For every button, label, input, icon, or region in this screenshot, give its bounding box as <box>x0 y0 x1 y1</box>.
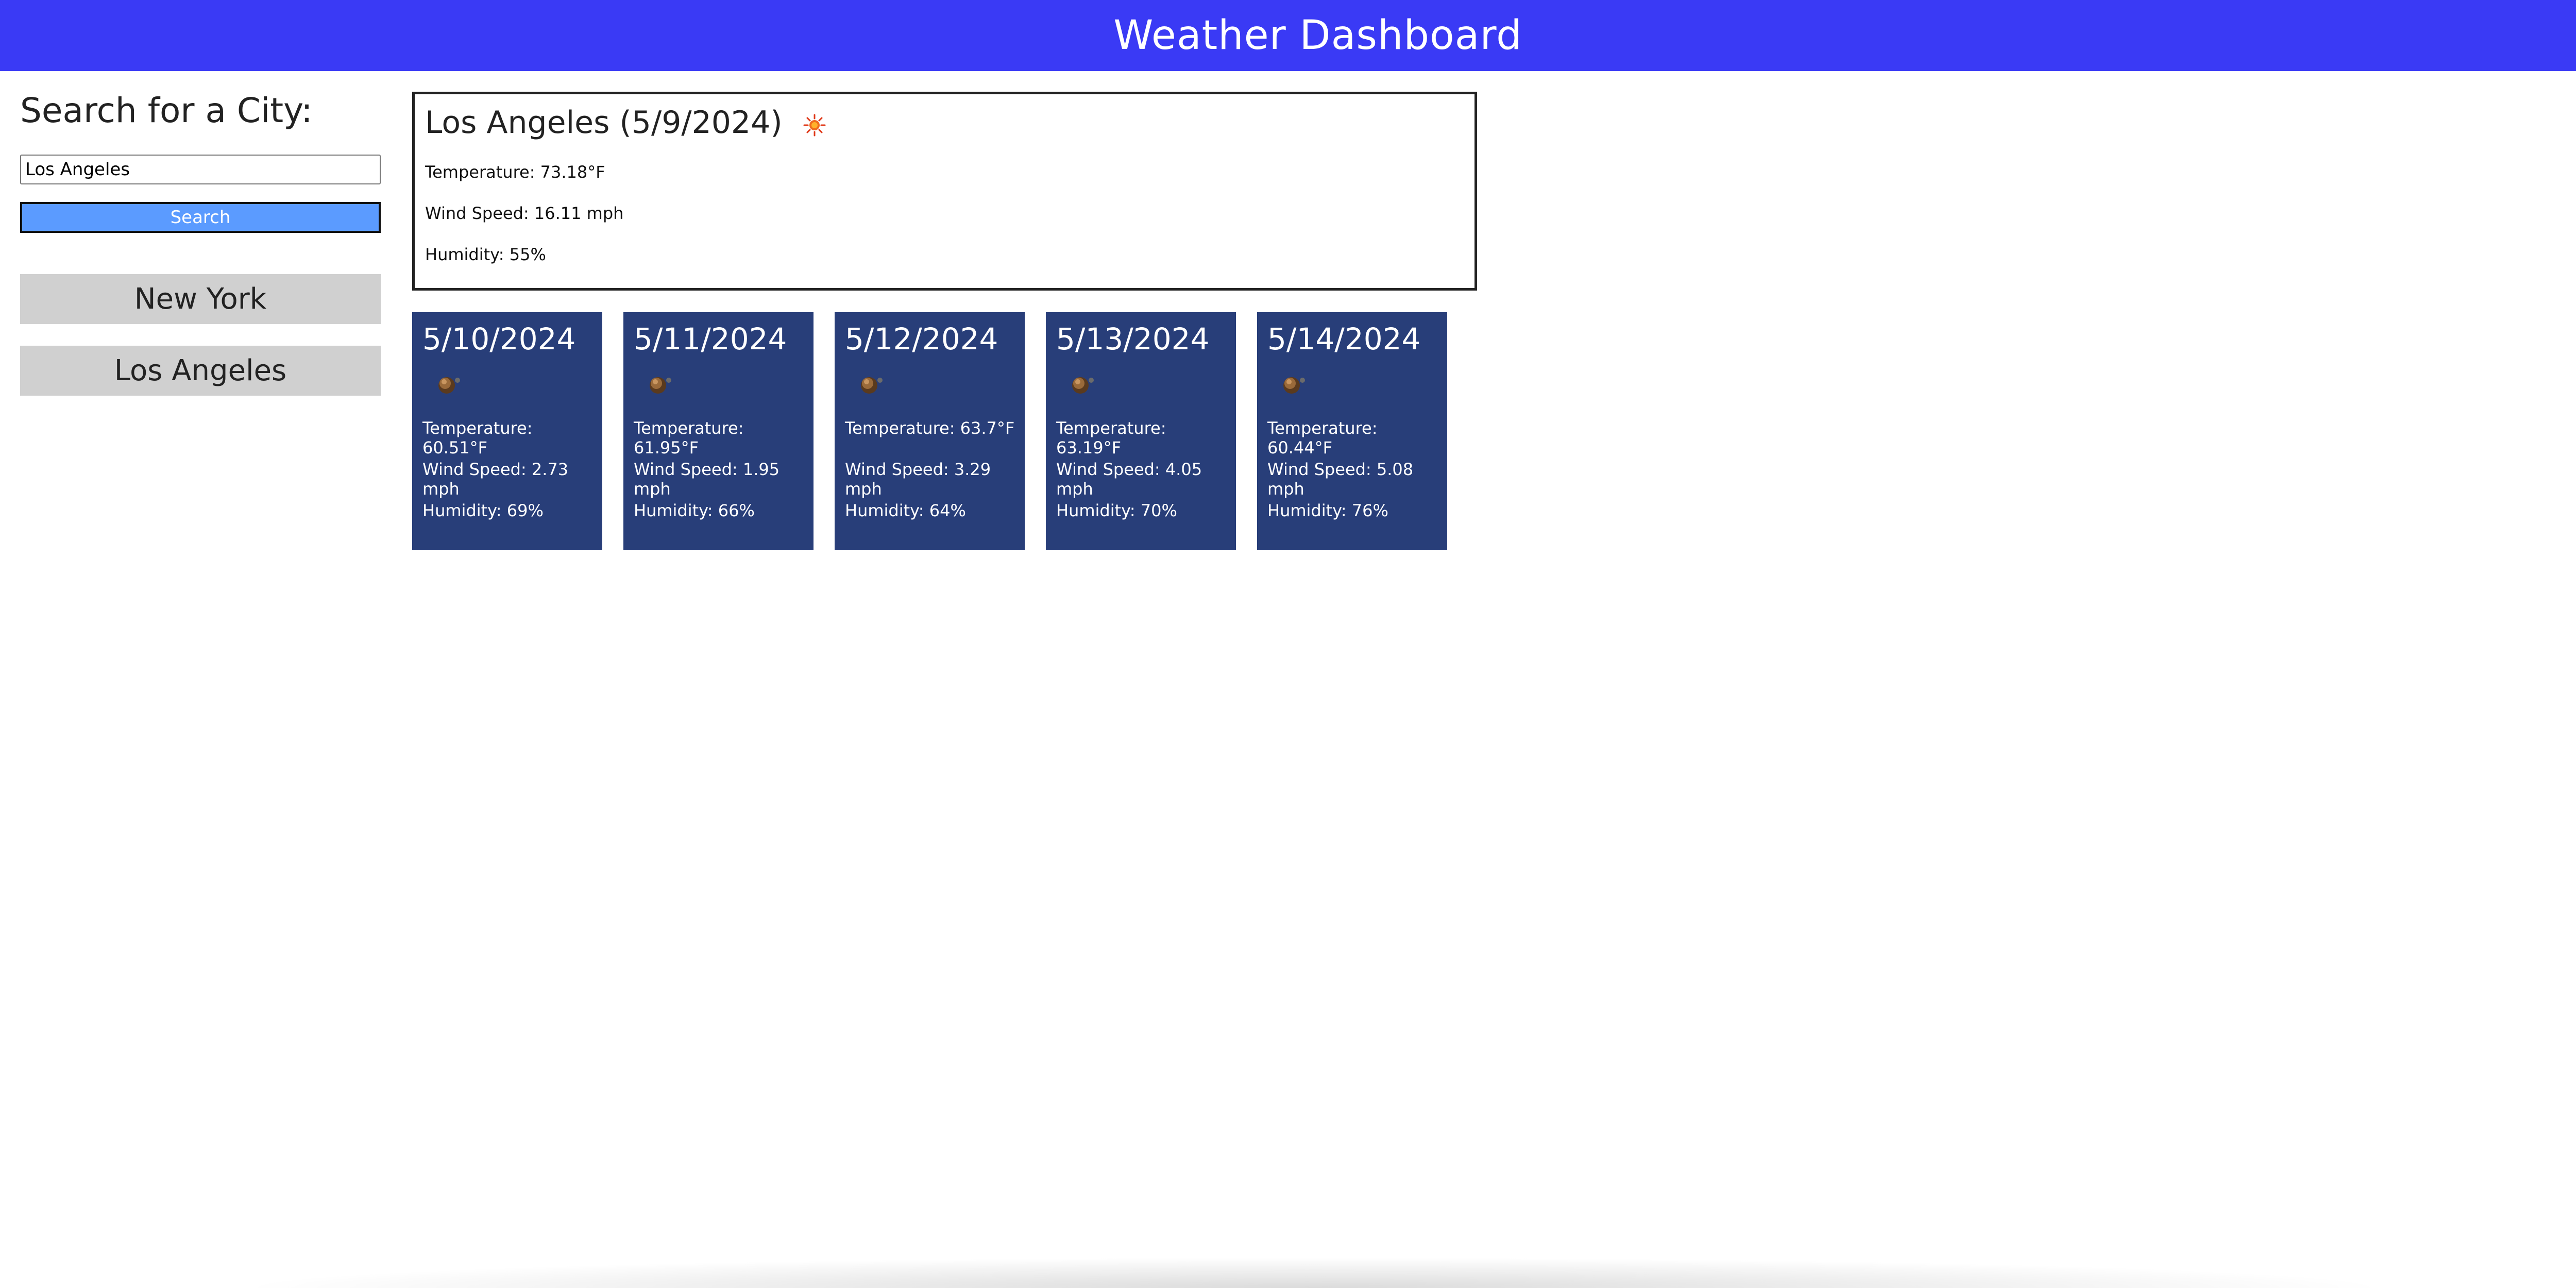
current-city-title: Los Angeles (5/9/2024) <box>425 105 783 141</box>
forecast-temperature: Temperature: 63.7°F <box>845 418 1015 438</box>
current-wind-speed: Wind Speed: 16.11 mph <box>425 204 624 223</box>
forecast-card: 5/14/2024 Temperature: 60.44°F Wind Spee… <box>1257 312 1447 550</box>
forecast-wind-speed: Wind Speed: 5.08 mph <box>1267 460 1414 499</box>
forecast-humidity: Humidity: 66% <box>634 501 755 520</box>
forecast-card: 5/11/2024 Temperature: 61.95°F Wind Spee… <box>623 312 814 550</box>
page-bottom-shadow <box>232 1257 2396 1288</box>
forecast-date: 5/10/2024 <box>422 321 576 357</box>
forecast-temperature: Temperature: 60.44°F <box>1267 418 1378 457</box>
current-humidity: Humidity: 55% <box>425 245 546 264</box>
forecast-wind-speed: Wind Speed: 4.05 mph <box>1056 460 1202 499</box>
search-button[interactable]: Search <box>20 202 381 233</box>
search-heading: Search for a City: <box>20 91 313 130</box>
forecast-card: 5/10/2024 Temperature: 60.51°F Wind Spee… <box>412 312 602 550</box>
moon-icon <box>438 377 460 394</box>
forecast-card: 5/12/2024 Temperature: 63.7°F Wind Speed… <box>835 312 1025 550</box>
forecast-card: 5/13/2024 Temperature: 63.19°F Wind Spee… <box>1046 312 1236 550</box>
forecast-humidity: Humidity: 76% <box>1267 501 1388 520</box>
forecast-humidity: Humidity: 64% <box>845 501 966 520</box>
moon-icon <box>1072 377 1094 394</box>
page-title: Weather Dashboard <box>1113 12 1522 59</box>
moon-icon <box>1283 377 1305 394</box>
forecast-wind-speed: Wind Speed: 1.95 mph <box>634 460 780 499</box>
moon-icon <box>861 377 883 394</box>
forecast-temperature: Temperature: 61.95°F <box>634 418 744 457</box>
forecast-wind-speed: Wind Speed: 2.73 mph <box>422 460 569 499</box>
forecast-humidity: Humidity: 69% <box>422 501 544 520</box>
current-weather-header: Los Angeles (5/9/2024) <box>425 105 826 141</box>
moon-icon <box>650 377 671 394</box>
forecast-humidity: Humidity: 70% <box>1056 501 1177 520</box>
history-button-los-angeles[interactable]: Los Angeles <box>20 346 381 396</box>
forecast-date: 5/12/2024 <box>845 321 998 357</box>
page-header: Weather Dashboard <box>0 0 2576 71</box>
history-button-new-york[interactable]: New York <box>20 274 381 324</box>
forecast-wind-speed: Wind Speed: 3.29 mph <box>845 460 991 499</box>
five-day-forecast: 5/10/2024 Temperature: 60.51°F Wind Spee… <box>412 312 1468 550</box>
forecast-date: 5/13/2024 <box>1056 321 1210 357</box>
current-weather-panel: Los Angeles (5/9/2024) Temperature: 73.1… <box>412 92 1477 291</box>
city-search-input[interactable] <box>20 155 381 184</box>
search-sidebar: Search for a City: Search New York Los A… <box>20 88 381 396</box>
forecast-temperature: Temperature: 60.51°F <box>422 418 533 457</box>
forecast-date: 5/11/2024 <box>634 321 787 357</box>
forecast-date: 5/14/2024 <box>1267 321 1421 357</box>
forecast-temperature: Temperature: 63.19°F <box>1056 418 1166 457</box>
search-history: New York Los Angeles <box>20 274 381 417</box>
sun-icon <box>803 114 826 137</box>
current-temperature: Temperature: 73.18°F <box>425 162 605 182</box>
